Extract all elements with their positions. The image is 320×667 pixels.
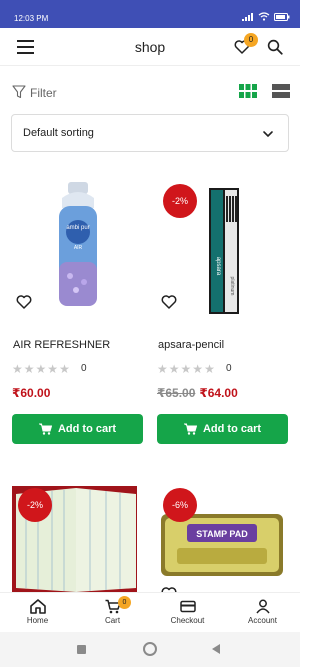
wishlist-heart-icon[interactable] <box>15 293 33 311</box>
nav-checkout[interactable]: Checkout <box>150 593 225 632</box>
nav-cart-label: Cart <box>104 616 121 625</box>
system-icons <box>242 12 290 21</box>
add-to-cart-button[interactable]: Add to cart <box>12 414 143 444</box>
add-to-cart-button[interactable]: Add to cart <box>157 414 288 444</box>
wifi-icon <box>258 12 270 21</box>
star-icon: ★ <box>180 362 192 376</box>
wishlist-heart-icon[interactable] <box>160 585 178 592</box>
star-icon: ★ <box>192 362 204 376</box>
back-icon[interactable] <box>212 644 220 654</box>
original-price: ₹65.00 <box>157 386 196 400</box>
recents-icon[interactable] <box>77 645 86 654</box>
system-navigation-bar <box>0 632 300 667</box>
rating-count: 0 <box>226 363 232 374</box>
wishlist-heart-icon[interactable] <box>160 293 178 311</box>
app-bar: shop 0 <box>0 28 300 66</box>
sale-badge: -6% <box>163 488 197 522</box>
add-to-cart-label: Add to cart <box>57 423 117 435</box>
nav-home[interactable]: Home <box>0 593 75 632</box>
grid-view-icon[interactable] <box>239 84 257 98</box>
search-icon[interactable] <box>266 38 284 56</box>
sort-dropdown[interactable]: Default sorting <box>11 114 289 152</box>
product-name[interactable]: AIR REFRESHNER <box>13 339 110 351</box>
svg-text:apsara: apsara <box>215 257 221 276</box>
star-icon: ★ <box>157 362 168 376</box>
home-icon <box>29 599 46 614</box>
product-card[interactable]: apsara platinum -2% apsara-pencil ★ ★ ★ ★ ★ … <box>157 176 288 446</box>
sort-selected-value: Default sorting <box>23 127 94 139</box>
product-card[interactable]: ambi pur AIR AIR REFRESHNER ★ ★ ★ ★ ★ 0 ₹60.… <box>12 176 143 446</box>
star-icon: ★ <box>23 362 35 376</box>
nav-cart[interactable]: Cart 0 <box>75 593 150 632</box>
user-icon <box>255 599 270 614</box>
wishlist-count-badge: 0 <box>244 33 258 47</box>
cart-count-badge: 0 <box>118 596 131 609</box>
svg-text:STAMP PAD: STAMP PAD <box>196 529 248 539</box>
sale-badge: -2% <box>18 488 52 522</box>
battery-icon <box>274 12 290 21</box>
product-name[interactable]: apsara-pencil <box>158 339 224 351</box>
sale-badge: -2% <box>163 184 197 218</box>
nav-account[interactable]: Account <box>225 593 300 632</box>
rating-stars: ★ ★ ★ ★ ★ <box>12 362 70 376</box>
credit-card-icon <box>179 600 196 613</box>
svg-text:platinum: platinum <box>229 277 235 296</box>
status-bar: 12:03 PM <box>0 0 300 28</box>
product-price: ₹60.00 <box>12 386 50 400</box>
add-to-cart-label: Add to cart <box>202 423 262 435</box>
status-time: 12:03 PM <box>14 14 49 23</box>
list-view-icon[interactable] <box>272 84 290 98</box>
signal-icon <box>242 12 253 21</box>
chevron-down-icon <box>263 131 273 138</box>
filter-row: Filter <box>0 78 300 108</box>
filter-button[interactable]: Filter <box>30 86 57 100</box>
cart-icon <box>183 423 197 435</box>
nav-checkout-label: Checkout <box>170 616 205 625</box>
product-price: ₹65.00 ₹64.00 <box>157 386 238 400</box>
home-system-icon[interactable] <box>143 642 157 656</box>
current-price: ₹60.00 <box>12 386 51 400</box>
product-card[interactable]: -2% <box>12 480 143 592</box>
cart-icon <box>38 423 52 435</box>
star-icon: ★ <box>12 362 23 376</box>
star-icon: ★ <box>47 362 59 376</box>
current-price: ₹64.00 <box>199 386 238 400</box>
filter-icon[interactable] <box>12 85 26 99</box>
star-icon: ★ <box>204 362 215 376</box>
svg-text:ambi pur: ambi pur <box>66 225 89 231</box>
star-icon: ★ <box>35 362 47 376</box>
bottom-navigation: Home Cart 0 Checkout Account <box>0 592 300 632</box>
nav-home-label: Home <box>26 616 49 625</box>
rating-count: 0 <box>81 363 87 374</box>
star-icon: ★ <box>168 362 180 376</box>
product-card[interactable]: STAMP PAD -6% <box>157 480 288 592</box>
star-icon: ★ <box>59 362 70 376</box>
nav-account-label: Account <box>248 616 277 625</box>
rating-stars: ★ ★ ★ ★ ★ <box>157 362 215 376</box>
svg-text:AIR: AIR <box>74 245 83 251</box>
